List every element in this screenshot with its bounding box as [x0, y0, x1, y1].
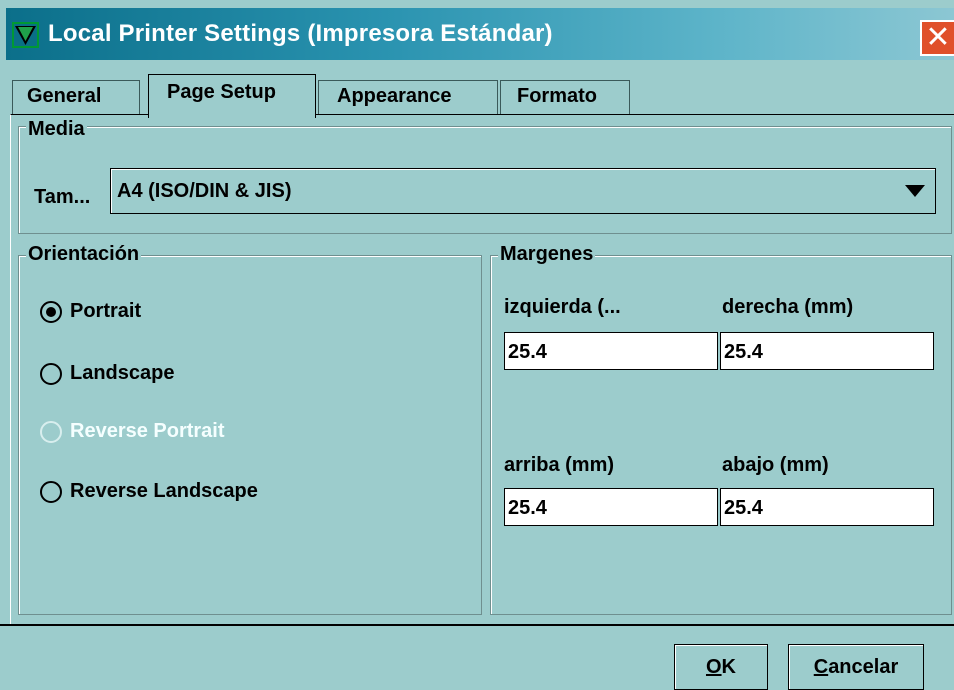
close-icon: ✕ — [925, 20, 951, 55]
window-title: Local Printer Settings (Impresora Estánd… — [48, 20, 553, 47]
paper-size-label: Tam... — [34, 186, 91, 208]
orientation-legend: Orientación — [26, 243, 142, 266]
cancel-label-rest: ancelar — [828, 656, 899, 678]
margin-right-label: derecha (mm) — [722, 296, 854, 318]
tab-page-setup[interactable]: Page Setup — [148, 74, 316, 118]
margin-top-label: arriba (mm) — [504, 454, 615, 476]
tab-label: General — [27, 85, 102, 107]
cancel-button[interactable]: Cancelar — [788, 644, 924, 690]
radio-button-checked[interactable] — [40, 300, 62, 323]
radio-reverse-portrait: Reverse Portrait — [40, 420, 225, 443]
paper-size-select[interactable]: A4 (ISO/DIN & JIS) — [110, 168, 936, 214]
cancel-mnemonic: C — [813, 656, 829, 678]
radio-label: Reverse Portrait — [70, 420, 225, 442]
radio-reverse-landscape[interactable]: Reverse Landscape — [40, 480, 258, 503]
margin-right-input[interactable]: 25.4 — [720, 332, 934, 370]
radio-label: Portrait — [70, 300, 142, 322]
radio-landscape[interactable]: Landscape — [40, 362, 174, 385]
margin-bottom-label: abajo (mm) — [722, 454, 829, 476]
chevron-down-icon — [905, 185, 925, 197]
margin-top-input[interactable]: 25.4 — [504, 488, 718, 526]
margin-bottom-input[interactable]: 25.4 — [720, 488, 934, 526]
tab-appearance[interactable]: Appearance — [318, 80, 498, 114]
tab-formato[interactable]: Formato — [500, 80, 630, 114]
radio-label: Reverse Landscape — [70, 480, 258, 502]
radio-button-disabled — [40, 420, 62, 443]
title-bar: Local Printer Settings (Impresora Estánd… — [0, 0, 954, 60]
ok-label-rest: K — [721, 656, 736, 678]
radio-label: Landscape — [70, 362, 175, 384]
ok-button[interactable]: OK — [674, 644, 768, 690]
close-button[interactable]: ✕ — [920, 20, 954, 56]
radio-button[interactable] — [40, 362, 62, 385]
ok-mnemonic: O — [705, 656, 722, 678]
margin-left-label: izquierda (... — [504, 296, 621, 318]
radio-portrait[interactable]: Portrait — [40, 300, 141, 323]
tab-general[interactable]: General — [12, 80, 140, 114]
tab-label: Page Setup — [167, 81, 276, 103]
tab-label: Appearance — [337, 85, 452, 107]
paper-size-value: A4 (ISO/DIN & JIS) — [117, 180, 292, 202]
margin-left-input[interactable]: 25.4 — [504, 332, 718, 370]
media-legend: Media — [26, 118, 87, 141]
tab-label: Formato — [517, 85, 597, 107]
app-icon — [12, 22, 39, 48]
radio-button[interactable] — [40, 480, 62, 503]
margins-legend: Margenes — [498, 243, 596, 266]
